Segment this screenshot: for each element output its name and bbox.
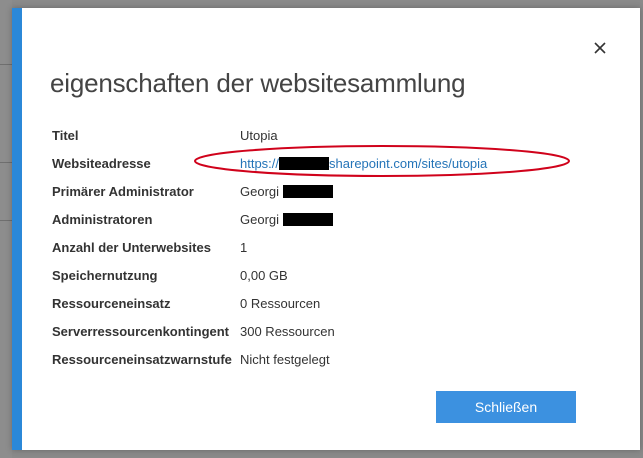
property-label: Administratoren xyxy=(52,212,153,227)
property-value: Nicht festgelegt xyxy=(240,352,330,367)
property-label: Websiteadresse xyxy=(52,156,151,171)
property-row-ressourceneinsatz: Ressourceneinsatz 0 Ressourcen xyxy=(52,290,612,318)
background-app xyxy=(0,0,12,458)
site-collection-properties-dialog: eigenschaften der websitesammlung Titel … xyxy=(12,8,640,450)
redaction-mark xyxy=(279,157,330,170)
redaction-mark xyxy=(282,185,333,198)
property-label: Ressourceneinsatzwarnstufe xyxy=(52,352,232,367)
property-row-titel: Titel Utopia xyxy=(52,122,612,150)
background-divider xyxy=(0,162,12,163)
redaction-mark xyxy=(282,213,333,226)
website-address-prefix: https:// xyxy=(240,156,280,171)
property-label: Speichernutzung xyxy=(52,268,158,283)
background-divider xyxy=(0,64,12,65)
property-row-warnstufe: Ressourceneinsatzwarnstufe Nicht festgel… xyxy=(52,346,612,374)
property-value: 0,00 GB xyxy=(240,268,288,283)
property-row-websiteadresse: Websiteadresse https:// sharepoint.com/si… xyxy=(52,145,612,178)
property-value: Utopia xyxy=(240,128,278,143)
property-row-unterwebsites: Anzahl der Unterwebsites 1 xyxy=(52,234,612,262)
property-value: 1 xyxy=(240,240,248,255)
property-value: 0 Ressourcen xyxy=(240,296,321,311)
property-label: Primärer Administrator xyxy=(52,184,194,199)
property-row-administratoren: Administratoren Georgi xyxy=(52,206,612,234)
properties-list: Titel Utopia Websiteadresse https:// shar… xyxy=(52,122,612,374)
close-icon xyxy=(594,42,606,54)
property-label: Anzahl der Unterwebsites xyxy=(52,240,211,255)
property-value: 300 Ressourcen xyxy=(240,324,335,339)
property-row-primaerer-administrator: Primärer Administrator Georgi xyxy=(52,178,612,206)
close-button[interactable]: Schließen xyxy=(436,391,576,423)
property-row-kontingent: Serverressourcenkontingent 300 Ressource… xyxy=(52,318,612,346)
property-value: Georgi xyxy=(240,206,333,234)
administrator-name: Georgi xyxy=(240,184,280,199)
background-divider xyxy=(0,220,12,221)
website-address-suffix: sharepoint.com/sites/utopia xyxy=(329,156,488,171)
property-row-speichernutzung: Speichernutzung 0,00 GB xyxy=(52,262,612,290)
property-value: https:// sharepoint.com/sites/utopia xyxy=(240,150,487,178)
close-dialog-button[interactable] xyxy=(590,38,610,58)
dialog-title: eigenschaften der websitesammlung xyxy=(50,68,466,98)
property-label: Titel xyxy=(52,128,79,143)
administrator-name: Georgi xyxy=(240,212,280,227)
property-value: Georgi xyxy=(240,178,333,206)
property-label: Ressourceneinsatz xyxy=(52,296,171,311)
property-label: Serverressourcenkontingent xyxy=(52,324,230,339)
website-address-link[interactable]: https:// sharepoint.com/sites/utopia xyxy=(240,156,487,171)
dialog-accent-bar xyxy=(12,8,22,450)
